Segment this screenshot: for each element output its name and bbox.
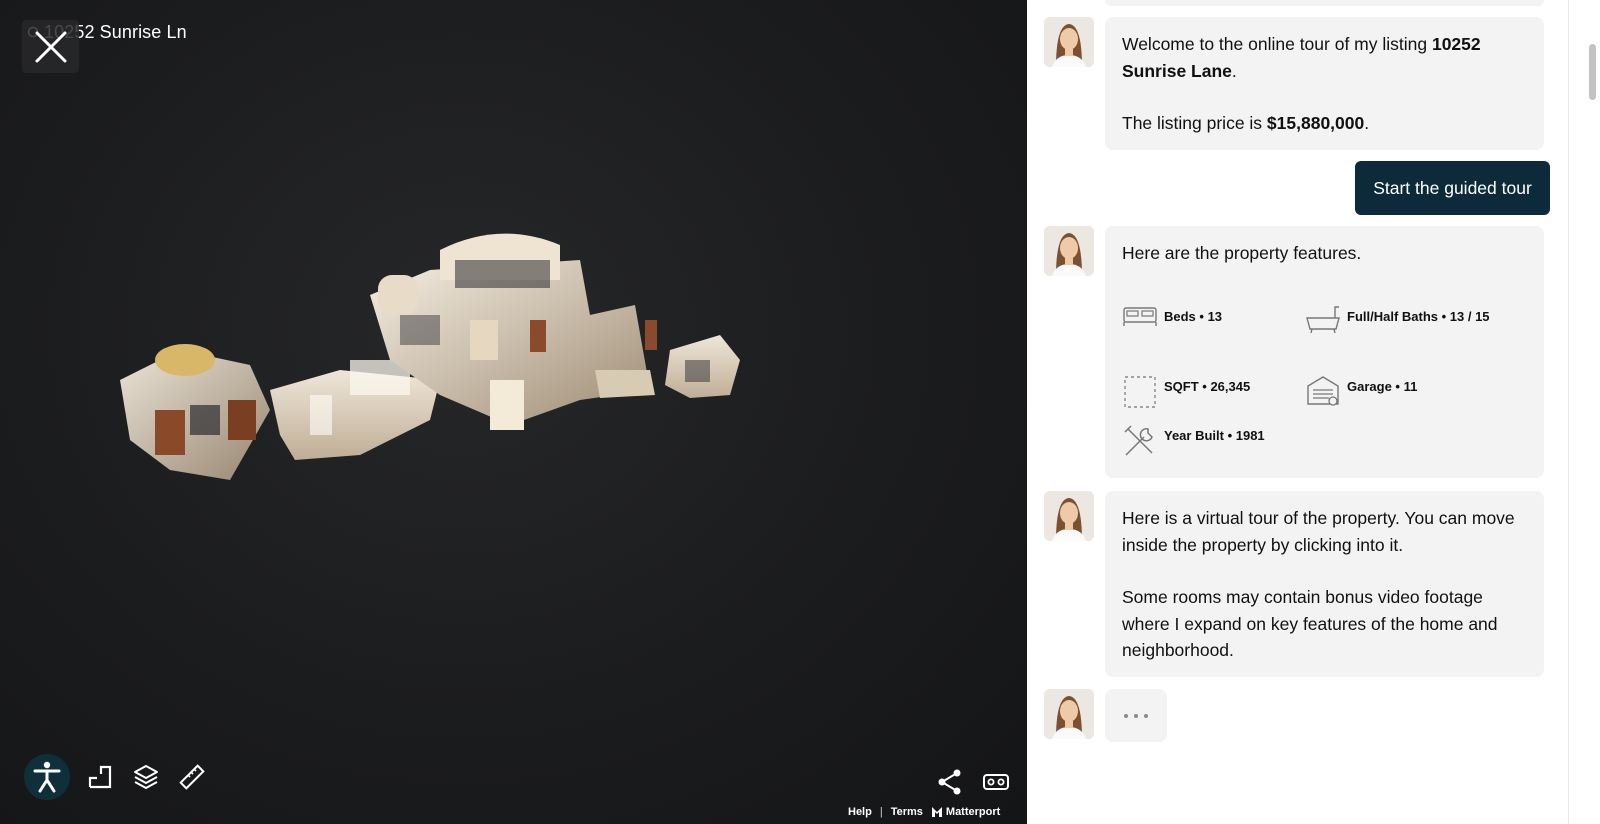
typing-indicator (1105, 689, 1167, 742)
garage-icon (1307, 376, 1339, 406)
chat-message-welcome: Welcome to the online tour of my listing… (1105, 17, 1544, 150)
ruler-icon (179, 764, 205, 790)
agent-avatar (1044, 491, 1094, 541)
accessibility-icon (33, 761, 61, 793)
price-prefix: The listing price is (1122, 113, 1267, 133)
terms-link[interactable]: Terms (891, 806, 923, 818)
page-scrollbar[interactable] (1568, 0, 1600, 824)
matterport-brand: Matterport (945, 806, 1001, 818)
welcome-prefix: Welcome to the online tour of my listing (1122, 34, 1432, 54)
tour-paragraph-2: Some rooms may contain bonus video foota… (1122, 587, 1498, 660)
feature-garage: Garage • 11 (1305, 374, 1417, 408)
tools-icon (1124, 425, 1153, 456)
agent-avatar (1044, 226, 1094, 276)
help-link[interactable]: Help (848, 806, 872, 818)
agent-avatar (1044, 17, 1094, 67)
footer-separator: | (879, 806, 883, 818)
previous-message-edge (1105, 0, 1544, 6)
floorplan-button[interactable] (84, 761, 116, 793)
floors-button[interactable] (130, 761, 162, 793)
matterport-link[interactable]: Matterport (931, 806, 1000, 818)
welcome-line: Welcome to the online tour of my listing… (1122, 31, 1527, 84)
share-button[interactable] (934, 766, 966, 798)
typing-dot (1134, 713, 1138, 718)
layers-icon (134, 765, 158, 790)
agent-portrait-icon (1044, 491, 1094, 541)
price-suffix: . (1364, 113, 1370, 133)
chat-message-virtual-tour: Here is a virtual tour of the property. … (1105, 491, 1544, 677)
year-built-text: Year Built • 1981 (1164, 428, 1265, 443)
sqft-text: SQFT • 26,345 (1164, 379, 1251, 394)
share-icon (938, 769, 961, 795)
area-icon (1124, 376, 1156, 408)
features-intro: Here are the property features. (1122, 243, 1362, 263)
garage-text: Garage • 11 (1347, 379, 1418, 394)
typing-dot (1144, 713, 1148, 718)
listing-price: $15,880,000 (1266, 113, 1365, 133)
viewer-right-tools (934, 766, 1012, 798)
dollhouse-3d-model[interactable] (110, 220, 770, 500)
feature-beds: Beds • 13 (1122, 304, 1222, 330)
feature-sqft: SQFT • 26,345 (1122, 374, 1250, 410)
baths-text: Full/Half Baths • 13 / 15 (1347, 309, 1490, 324)
scrollbar-thumb[interactable] (1589, 44, 1596, 100)
bed-icon (1123, 307, 1157, 326)
agent-avatar (1044, 689, 1094, 739)
start-guided-tour-button[interactable]: Start the guided tour (1355, 161, 1550, 215)
agent-portrait-icon (1044, 226, 1094, 276)
beds-text: Beds • 13 (1164, 309, 1223, 324)
tour-paragraph-1: Here is a virtual tour of the property. … (1122, 508, 1515, 555)
feature-year-built: Year Built • 1981 (1122, 423, 1265, 459)
close-button[interactable] (22, 20, 79, 73)
welcome-suffix: . (1231, 60, 1237, 81)
viewer-toolbar (24, 754, 208, 800)
vr-button[interactable] (980, 766, 1012, 798)
accessibility-button[interactable] (24, 754, 70, 800)
floorplan-icon (88, 765, 112, 789)
price-line: The listing price is $15,880,000. (1122, 110, 1527, 137)
viewer-footer: Help | Terms Matterport (848, 806, 1000, 818)
close-icon (35, 31, 66, 62)
vr-icon (983, 774, 1009, 790)
agent-portrait-icon (1044, 17, 1094, 67)
measure-button[interactable] (176, 761, 208, 793)
typing-dot (1124, 713, 1128, 718)
bathtub-icon (1306, 306, 1340, 334)
matterport-logo-icon (931, 807, 942, 817)
agent-portrait-icon (1044, 689, 1094, 739)
feature-baths: Full/Half Baths • 13 / 15 (1305, 304, 1545, 334)
matterport-viewer[interactable]: 10252 Sunrise Ln Help | Terms Matterport (0, 0, 1027, 824)
